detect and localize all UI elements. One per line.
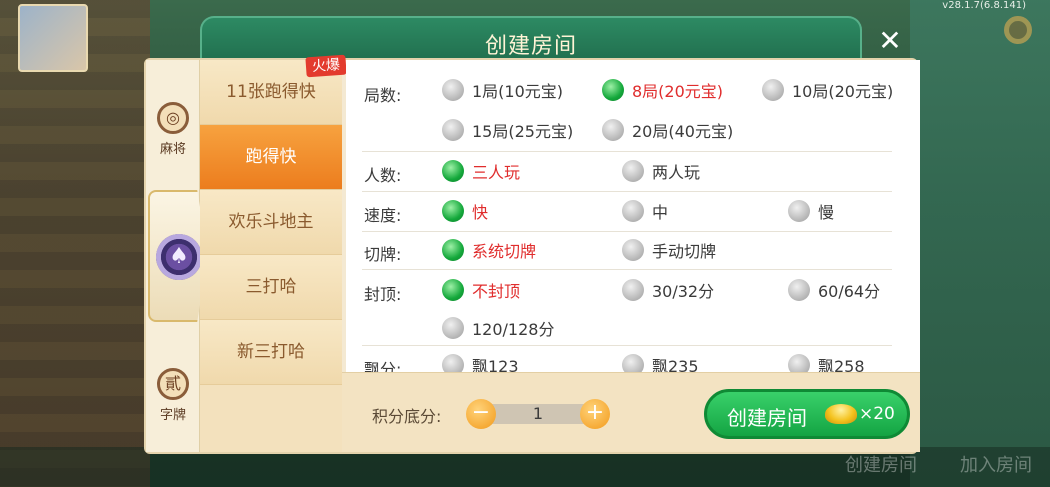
options-panel[interactable]: 局数: 1局(10元宝) 8局(20元宝) 10局(20元宝) 15局(25元宝…: [346, 60, 920, 372]
radio-icon: [622, 239, 644, 261]
option-radio[interactable]: 飘235: [622, 353, 699, 372]
score-stepper: 1 − +: [466, 399, 610, 429]
game-item[interactable]: 三打哈: [200, 255, 342, 320]
radio-icon: [788, 200, 810, 222]
radio-icon: [622, 200, 644, 222]
game-list: 11张跑得快 火爆 跑得快 欢乐斗地主 三打哈 新三打哈: [200, 54, 347, 452]
option-row-players: 人数: 三人玩 两人玩: [346, 152, 920, 192]
option-label: 切牌:: [364, 245, 402, 264]
game-label: 三打哈: [245, 277, 297, 297]
cost-label: ×20: [859, 404, 895, 424]
game-item[interactable]: 欢乐斗地主: [200, 190, 342, 255]
avatar[interactable]: [18, 4, 88, 72]
spade-chip-icon: ♠: [156, 234, 202, 280]
option-row-rounds: 局数: 1局(10元宝) 8局(20元宝) 10局(20元宝) 15局(25元宝…: [346, 60, 920, 152]
radio-icon: [442, 279, 464, 301]
create-room-button[interactable]: 创建房间 ×20: [704, 389, 910, 439]
ingot-icon: [825, 404, 857, 424]
option-radio[interactable]: 10局(20元宝): [762, 78, 893, 102]
game-item[interactable]: 11张跑得快 火爆: [200, 54, 347, 125]
option-row-cap: 封顶: 不封顶 30/32分 60/64分 120/128分: [346, 270, 920, 346]
radio-icon: [442, 160, 464, 182]
close-icon[interactable]: ✕: [875, 26, 905, 56]
background-scene-right: [910, 0, 1050, 487]
create-room-label: 创建房间: [727, 406, 807, 430]
game-item-active[interactable]: 跑得快: [200, 125, 342, 190]
option-radio[interactable]: 30/32分: [622, 278, 714, 302]
radio-icon: [762, 79, 784, 101]
radio-icon: [622, 160, 644, 182]
option-radio[interactable]: 15局(25元宝): [442, 118, 573, 142]
option-radio[interactable]: 飘123: [442, 353, 519, 372]
option-radio-selected[interactable]: 快: [442, 199, 488, 223]
option-radio[interactable]: 120/128分: [442, 316, 554, 340]
option-radio[interactable]: 飘258: [788, 353, 865, 372]
option-label: 封顶:: [364, 285, 402, 304]
category-zipai[interactable]: 貳 字牌: [146, 368, 200, 423]
option-radio-selected[interactable]: 8局(20元宝): [602, 78, 723, 102]
option-radio[interactable]: 中: [622, 199, 668, 223]
radio-icon: [442, 239, 464, 261]
option-row-float: 飘分: 飘123 飘235 飘258: [346, 346, 920, 372]
game-label: 新三打哈: [237, 342, 305, 362]
category-column: ◎ 麻将 ♠ 貳 字牌: [146, 60, 208, 452]
option-label: 局数:: [364, 86, 402, 105]
radio-icon: [602, 79, 624, 101]
game-label: 欢乐斗地主: [228, 212, 314, 232]
game-label: 跑得快: [245, 147, 297, 167]
radio-icon: [442, 200, 464, 222]
hot-badge: 火爆: [305, 54, 347, 78]
radio-icon: [788, 279, 810, 301]
option-radio[interactable]: 60/64分: [788, 278, 880, 302]
create-room-dialog: 创建房间 ✕ ◎ 麻将 ♠ 貳 字牌 11张跑得快 火爆 跑得快 欢乐斗地主 三…: [140, 12, 922, 454]
option-radio[interactable]: 慢: [788, 199, 834, 223]
category-label: 麻将: [159, 142, 186, 157]
score-label: 积分底分:: [372, 407, 442, 426]
zipai-icon: 貳: [157, 368, 189, 400]
option-radio-selected[interactable]: 系统切牌: [442, 238, 536, 262]
game-label: 11张跑得快: [226, 82, 316, 102]
radio-icon: [788, 354, 810, 372]
radio-icon: [602, 119, 624, 141]
category-label: 字牌: [159, 408, 186, 423]
category-poker[interactable]: ♠: [148, 190, 208, 322]
option-label: 飘分:: [364, 360, 402, 372]
bottom-create-room[interactable]: 创建房间: [845, 451, 917, 477]
option-radio[interactable]: 手动切牌: [622, 238, 716, 262]
option-radio-selected[interactable]: 三人玩: [442, 159, 520, 183]
radio-icon: [442, 119, 464, 141]
bottom-join-room[interactable]: 加入房间: [960, 451, 1032, 477]
dialog-title: 创建房间: [484, 34, 577, 59]
radio-icon: [442, 354, 464, 372]
option-label: 速度:: [364, 206, 402, 225]
version-label: v28.1.7(6.8.141): [942, 0, 1026, 11]
option-radio[interactable]: 20局(40元宝): [602, 118, 733, 142]
option-row-speed: 速度: 快 中 慢: [346, 192, 920, 232]
game-item[interactable]: 新三打哈: [200, 320, 342, 385]
radio-icon: [442, 79, 464, 101]
dialog-body: ◎ 麻将 ♠ 貳 字牌 11张跑得快 火爆 跑得快 欢乐斗地主 三打哈 新三打哈…: [144, 54, 920, 454]
radio-icon: [622, 279, 644, 301]
dialog-footer: 积分底分: 1 − + 创建房间 ×20: [342, 372, 920, 452]
option-radio-selected[interactable]: 不封顶: [442, 278, 520, 302]
plus-button[interactable]: +: [580, 399, 610, 429]
radio-icon: [442, 317, 464, 339]
option-row-cut: 切牌: 系统切牌 手动切牌: [346, 232, 920, 270]
radio-icon: [622, 354, 644, 372]
option-radio[interactable]: 两人玩: [622, 159, 700, 183]
option-radio[interactable]: 1局(10元宝): [442, 78, 563, 102]
category-mahjong[interactable]: ◎ 麻将: [146, 102, 200, 157]
background-scene-left: [0, 0, 150, 487]
mahjong-tile-icon: ◎: [157, 102, 189, 134]
gear-icon[interactable]: [1004, 16, 1032, 44]
option-label: 人数:: [364, 166, 402, 185]
minus-button[interactable]: −: [466, 399, 496, 429]
